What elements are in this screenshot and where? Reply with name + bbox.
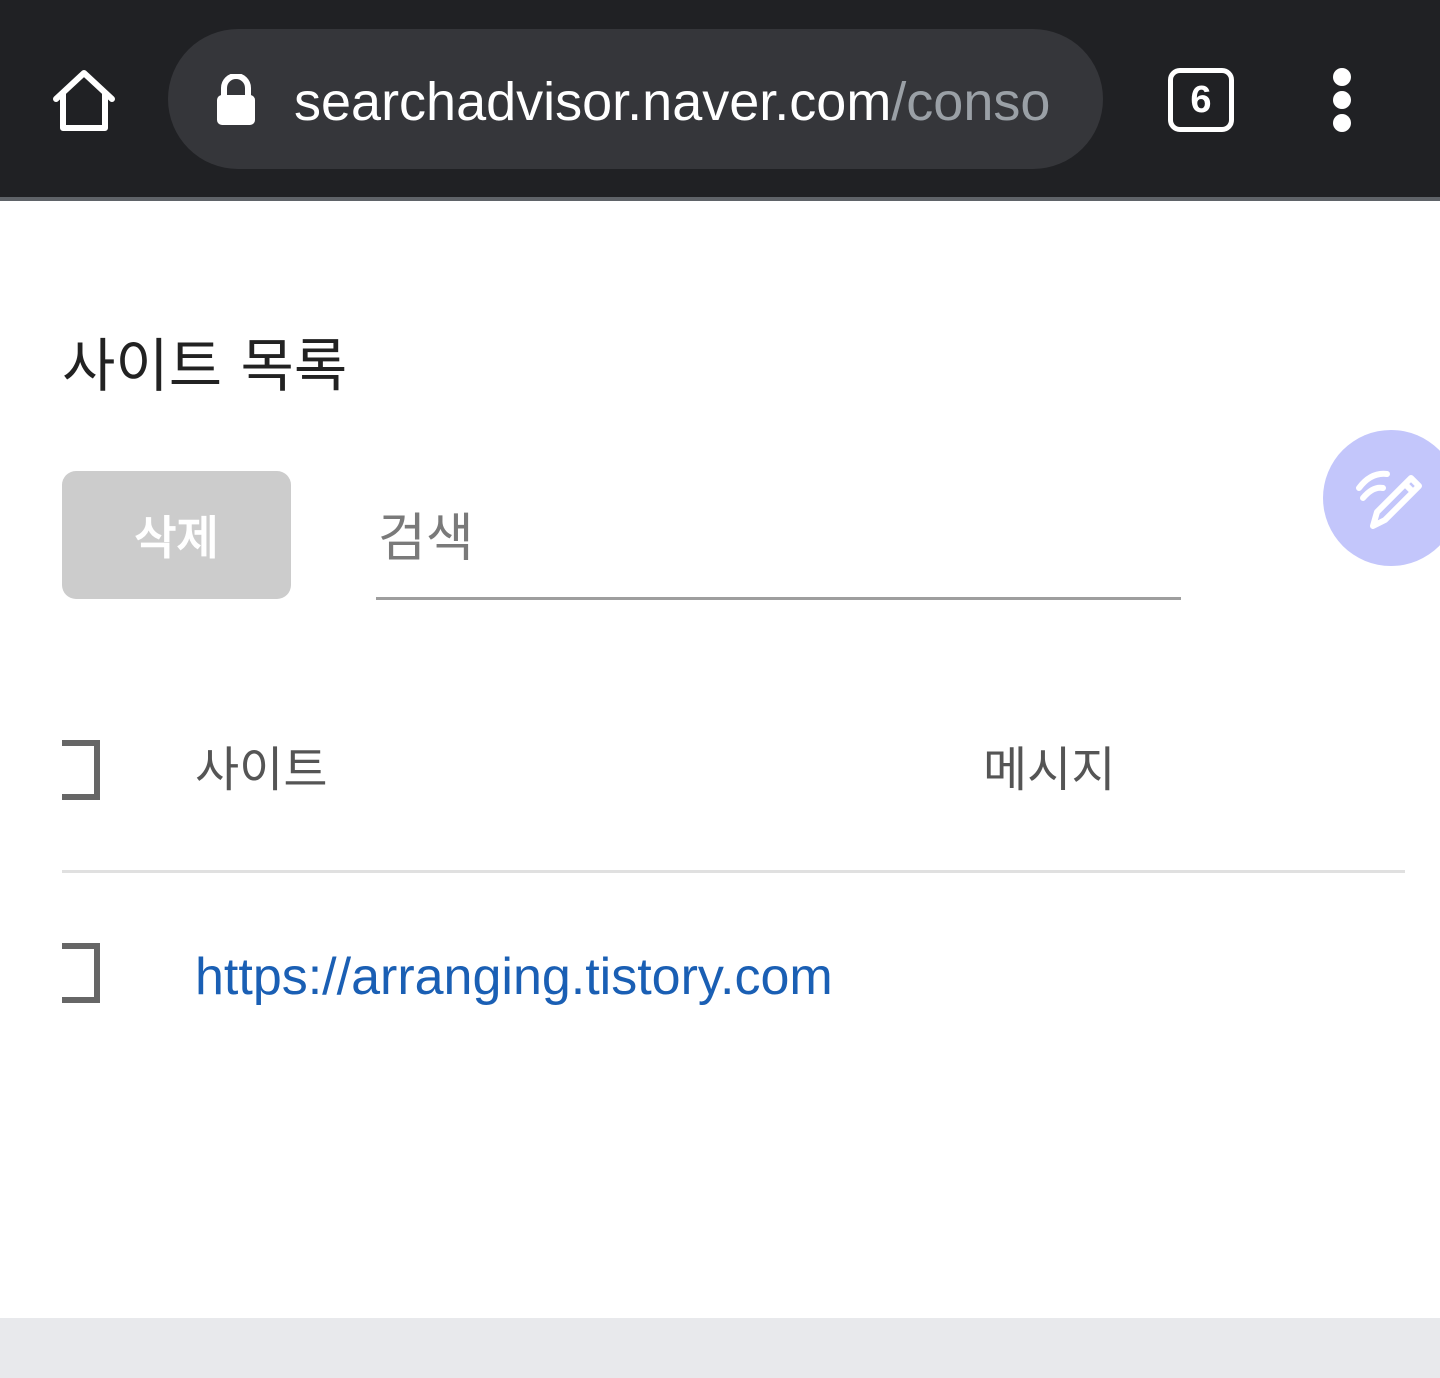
more-vert-icon[interactable] (1318, 66, 1366, 134)
url-path: /conso (891, 72, 1051, 132)
column-header-message: 메시지 (983, 742, 1116, 798)
site-link[interactable]: https://arranging.tistory.com (195, 937, 875, 1018)
floating-action-button[interactable] (1323, 430, 1440, 566)
lock-icon (217, 74, 255, 125)
delete-button[interactable]: 삭제 (62, 471, 291, 599)
home-button[interactable] (40, 60, 128, 140)
search-input[interactable] (376, 492, 1181, 600)
table-divider (62, 870, 1405, 873)
home-icon (53, 70, 115, 131)
column-header-site: 사이트 (195, 742, 328, 798)
tab-count: 6 (1190, 79, 1212, 121)
tab-switcher-button[interactable]: 6 (1168, 68, 1234, 132)
toolbar-divider (0, 197, 1440, 201)
pencil-icon (1356, 470, 1422, 529)
page-title: 사이트 목록 (62, 332, 348, 400)
url-host: searchadvisor.naver.com (294, 72, 892, 132)
bottom-bar (0, 1318, 1440, 1378)
browser-toolbar: searchadvisor.naver.com/conso 6 (0, 0, 1440, 197)
row-checkbox[interactable] (62, 943, 100, 1003)
address-bar-url[interactable]: searchadvisor.naver.com/conso (294, 66, 1077, 138)
select-all-checkbox[interactable] (62, 740, 100, 800)
